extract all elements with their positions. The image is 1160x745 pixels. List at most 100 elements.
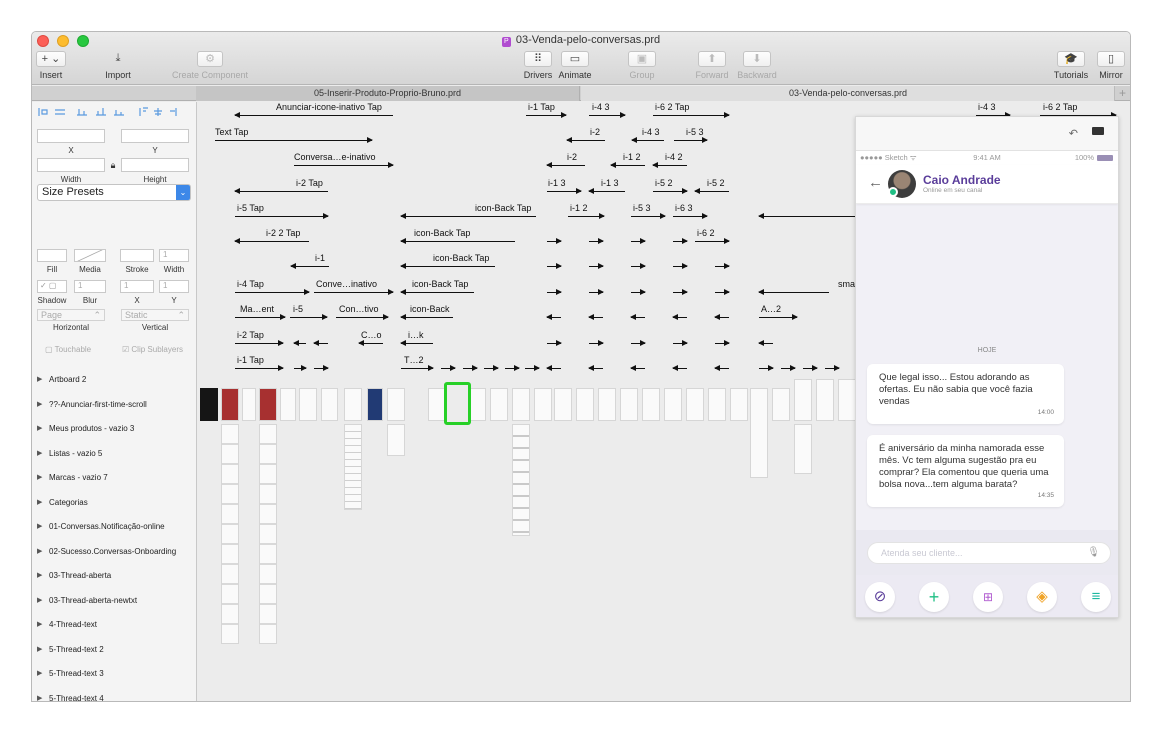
artboard-thumbnail[interactable] [490, 388, 508, 421]
artboard-thumbnail[interactable] [598, 388, 616, 421]
insert-button[interactable]: + ⌄ Insert [34, 51, 68, 80]
link-label[interactable]: i-5 3 [686, 127, 704, 137]
link-label[interactable]: Text Tap [215, 127, 248, 137]
link-label[interactable]: icon-Back Tap [475, 203, 531, 213]
link-label[interactable]: i-1 3 [548, 178, 566, 188]
microphone-icon[interactable]: 🎙︎ [1087, 543, 1100, 563]
link-label[interactable]: Ma…ent [240, 304, 274, 314]
back-arrow-icon[interactable]: ← [868, 174, 883, 191]
artboard-thumbnail[interactable] [344, 388, 362, 421]
link-label[interactable]: i-1 3 [601, 178, 619, 188]
layer-item[interactable]: ▶ 4-Thread-text [32, 613, 196, 638]
artboard-thumbnail[interactable] [772, 388, 790, 421]
artboard-thumbnail[interactable] [620, 388, 638, 421]
link-label[interactable]: i-1 2 [623, 152, 641, 162]
link-label[interactable]: i…k [408, 330, 424, 340]
group-button[interactable]: ▣ Group [624, 51, 660, 80]
link-label[interactable]: i-4 3 [978, 102, 996, 112]
artboard-thumbnail[interactable] [554, 388, 572, 421]
add-icon[interactable]: + [919, 582, 949, 612]
artboard-stack[interactable] [259, 424, 277, 644]
layer-item[interactable]: ▶ 5-Thread-text 4 [32, 687, 196, 702]
link-label[interactable]: i-1 [315, 253, 325, 263]
grid-icon[interactable]: ⊞ [973, 582, 1003, 612]
layer-item[interactable]: ▶ Artboard 2 [32, 368, 196, 393]
import-button[interactable]: ⤓ Import [100, 51, 136, 80]
artboard-thumbnail[interactable] [642, 388, 660, 421]
link-label[interactable]: i-2 2 Tap [266, 228, 300, 238]
link-label[interactable]: i-6 2 Tap [1043, 102, 1077, 112]
drivers-button[interactable]: ⠿ Drivers [520, 51, 556, 80]
link-label[interactable]: i-2 Tap [296, 178, 323, 188]
link-label[interactable]: i-5 Tap [237, 203, 264, 213]
shadow-x-input[interactable]: 1 [120, 280, 154, 293]
artboard-thumbnail[interactable] [367, 388, 383, 421]
artboard-thumbnail[interactable] [200, 388, 218, 421]
disclosure-triangle-icon[interactable]: ▶ [37, 442, 42, 467]
disclosure-triangle-icon[interactable]: ▶ [37, 466, 42, 491]
disclosure-triangle-icon[interactable]: ▶ [37, 662, 42, 687]
disclosure-triangle-icon[interactable]: ▶ [37, 540, 42, 565]
artboard-thumbnail[interactable] [794, 379, 812, 421]
artboard-thumbnail[interactable] [750, 388, 768, 478]
tab-inserir-produto[interactable]: 05-Inserir-Produto-Proprio-Bruno.prd [196, 86, 580, 101]
link-label[interactable]: i-4 2 [665, 152, 683, 162]
shadow-y-input[interactable]: 1 [159, 280, 189, 293]
link-label[interactable]: Conversa…e-inativo [294, 152, 376, 162]
horizontal-select[interactable]: Page ⌃ [37, 309, 105, 321]
disclosure-triangle-icon[interactable]: ▶ [37, 368, 42, 393]
layer-item[interactable]: ▶ ??-Anunciar-first-time-scroll [32, 393, 196, 418]
link-label[interactable]: icon-Back Tap [414, 228, 470, 238]
link-label[interactable]: i-5 2 [707, 178, 725, 188]
artboard-thumbnail[interactable] [816, 379, 834, 421]
fill-swatch[interactable] [37, 249, 67, 262]
link-label[interactable]: i-1 2 [570, 203, 588, 213]
create-component-button[interactable]: ⚙ Create Component [170, 51, 250, 80]
link-label[interactable]: i-2 Tap [237, 330, 264, 340]
link-label[interactable]: i-1 Tap [237, 355, 264, 365]
link-label[interactable]: i-4 3 [592, 102, 610, 112]
blur-input[interactable]: 1 [74, 280, 106, 293]
y-input[interactable] [121, 129, 189, 143]
animate-button[interactable]: ▭ Animate [555, 51, 595, 80]
disclosure-triangle-icon[interactable]: ▶ [37, 564, 42, 589]
artboard-thumbnail[interactable] [664, 388, 682, 421]
link-label[interactable]: i-5 2 [655, 178, 673, 188]
selected-artboard[interactable] [444, 382, 471, 425]
artboard-thumbnail[interactable] [221, 388, 239, 421]
link-label[interactable]: i-6 3 [675, 203, 693, 213]
forward-button[interactable]: ⬆ Forward [692, 51, 732, 80]
layer-item[interactable]: ▶ 5-Thread-text 2 [32, 638, 196, 663]
link-label[interactable]: icon-Back Tap [433, 253, 489, 263]
link-label[interactable]: i-2 [567, 152, 577, 162]
artboard-thumbnail[interactable] [299, 388, 317, 421]
layer-item[interactable]: ▶ 01-Conversas.Notificação-online [32, 515, 196, 540]
artboard-thumbnail[interactable] [259, 388, 277, 421]
artboard-thumbnail[interactable] [387, 388, 405, 421]
layer-item[interactable]: ▶ Meus produtos - vazio 3 [32, 417, 196, 442]
link-label[interactable]: sma [838, 279, 855, 289]
link-label[interactable]: i-4 3 [642, 127, 660, 137]
media-swatch[interactable] [74, 249, 106, 262]
message-bubble[interactable]: Que legal isso... Estou adorando as ofer… [867, 364, 1064, 424]
menu-icon[interactable]: ≡ [1081, 582, 1111, 612]
video-icon[interactable] [1092, 127, 1104, 135]
shadow-toggle[interactable]: ✓ ▢ [37, 280, 67, 293]
link-label[interactable]: i-5 3 [633, 203, 651, 213]
link-label[interactable]: C…o [361, 330, 382, 340]
artboard-stack[interactable] [387, 424, 405, 456]
width-input[interactable] [37, 158, 105, 172]
layer-item[interactable]: ▶ Categorias [32, 491, 196, 516]
disclosure-triangle-icon[interactable]: ▶ [37, 638, 42, 663]
lock-icon[interactable]: 🔒︎ [108, 160, 118, 171]
disclosure-triangle-icon[interactable]: ▶ [37, 491, 42, 516]
layer-item[interactable]: ▶ 03-Thread-aberta [32, 564, 196, 589]
stroke-width-input[interactable]: 1 [159, 249, 189, 262]
link-label[interactable]: i-2 [590, 127, 600, 137]
x-input[interactable] [37, 129, 105, 143]
disclosure-triangle-icon[interactable]: ▶ [37, 589, 42, 614]
layer-item[interactable]: ▶ 02-Sucesso.Conversas-Onboarding [32, 540, 196, 565]
link-label[interactable]: Anunciar-icone-inativo Tap [276, 102, 382, 112]
link-label[interactable]: icon-Back [410, 304, 450, 314]
artboard-thumbnail[interactable] [730, 388, 748, 421]
